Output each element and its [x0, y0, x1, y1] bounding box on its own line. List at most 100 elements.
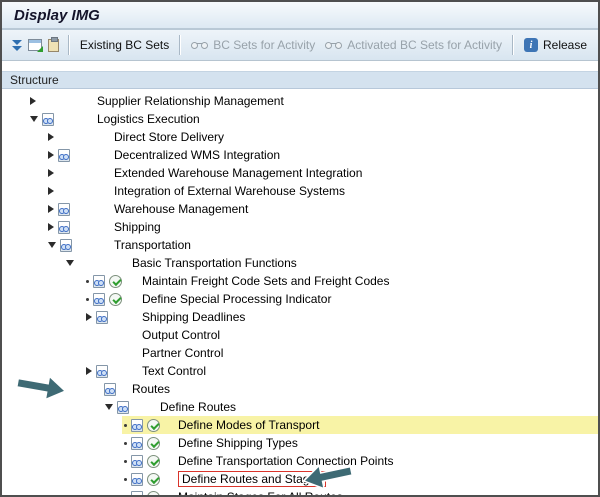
- expand-arrow-icon[interactable]: [48, 133, 54, 141]
- tree-node-label[interactable]: Shipping Deadlines: [142, 308, 245, 326]
- tree-node-label[interactable]: Define Routes and Stages: [178, 471, 326, 487]
- tree-node-glyphs: [48, 218, 70, 236]
- tree-node[interactable]: Partner Control: [2, 344, 598, 362]
- documentation-icon[interactable]: [42, 113, 54, 126]
- tree-node-label[interactable]: Decentralized WMS Integration: [114, 146, 280, 164]
- tree-node[interactable]: Shipping: [2, 218, 598, 236]
- tree-node-label[interactable]: Basic Transportation Functions: [132, 254, 297, 272]
- tree-node-label[interactable]: Define Routes: [160, 398, 236, 416]
- expand-arrow-icon[interactable]: [48, 151, 54, 159]
- documentation-icon[interactable]: [131, 473, 143, 486]
- bullet-icon: [86, 280, 89, 283]
- application-toolbar: Existing BC Sets BC Sets for Activity Ac…: [2, 30, 598, 61]
- documentation-icon[interactable]: [117, 401, 129, 414]
- documentation-icon[interactable]: [131, 455, 143, 468]
- tree-node-glyphs: [124, 416, 160, 434]
- tree-node-label[interactable]: Text Control: [142, 362, 206, 380]
- clipboard-icon[interactable]: [46, 35, 62, 55]
- collapse-arrow-icon[interactable]: [30, 116, 38, 122]
- tree-node[interactable]: Direct Store Delivery: [2, 128, 598, 146]
- tree-node-label[interactable]: Extended Warehouse Management Integratio…: [114, 164, 362, 182]
- expand-arrow-icon[interactable]: [86, 367, 92, 375]
- execute-activity-icon[interactable]: [109, 293, 122, 306]
- tree-node[interactable]: Define Shipping Types: [2, 434, 598, 452]
- release-button[interactable]: i Release: [519, 36, 592, 54]
- documentation-icon[interactable]: [96, 311, 108, 324]
- sap-display-img-window: Display IMG Existing BC Sets BC Sets for…: [0, 0, 600, 497]
- tree-node-label[interactable]: Partner Control: [142, 344, 223, 362]
- tree-node[interactable]: Text Control: [2, 362, 598, 380]
- tree-node[interactable]: Decentralized WMS Integration: [2, 146, 598, 164]
- tree-node[interactable]: Shipping Deadlines: [2, 308, 598, 326]
- execute-activity-icon[interactable]: [147, 419, 160, 432]
- double-chevron-icon[interactable]: [9, 35, 25, 55]
- tree-node[interactable]: Basic Transportation Functions: [2, 254, 598, 272]
- documentation-icon[interactable]: [58, 203, 70, 216]
- tree-node[interactable]: Warehouse Management: [2, 200, 598, 218]
- tree-node-label[interactable]: Maintain Freight Code Sets and Freight C…: [142, 272, 389, 290]
- execute-activity-icon[interactable]: [147, 455, 160, 468]
- table-settings-icon[interactable]: [27, 35, 43, 55]
- documentation-icon[interactable]: [58, 221, 70, 234]
- documentation-icon[interactable]: [104, 383, 116, 396]
- tree-node-label[interactable]: Supplier Relationship Management: [97, 92, 284, 110]
- existing-bc-sets-button[interactable]: Existing BC Sets: [75, 36, 174, 54]
- tree-node-label[interactable]: Define Transportation Connection Points: [178, 452, 393, 470]
- tree-node[interactable]: Extended Warehouse Management Integratio…: [2, 164, 598, 182]
- tree-node[interactable]: Define Special Processing Indicator: [2, 290, 598, 308]
- tree-node-glyphs: [86, 362, 108, 380]
- expand-arrow-icon[interactable]: [48, 223, 54, 231]
- tree-node-label[interactable]: Define Modes of Transport: [178, 416, 319, 434]
- tree-node-red-boxed[interactable]: Define Routes and Stages: [2, 470, 598, 488]
- documentation-icon[interactable]: [60, 239, 72, 252]
- tree-node-label[interactable]: Define Special Processing Indicator: [142, 290, 331, 308]
- execute-activity-icon[interactable]: [147, 473, 160, 486]
- documentation-icon[interactable]: [96, 365, 108, 378]
- documentation-icon[interactable]: [131, 419, 143, 432]
- documentation-icon[interactable]: [131, 437, 143, 450]
- execute-activity-icon[interactable]: [147, 437, 160, 450]
- documentation-icon[interactable]: [93, 293, 105, 306]
- tree-node-glyphs: [104, 380, 116, 398]
- tree-node[interactable]: Logistics Execution: [2, 110, 598, 128]
- tree-node[interactable]: Define Routes: [2, 398, 598, 416]
- tree-node-label[interactable]: Integration of External Warehouse System…: [114, 182, 345, 200]
- activated-bc-sets-button[interactable]: Activated BC Sets for Activity: [320, 36, 507, 54]
- bc-sets-for-activity-button[interactable]: BC Sets for Activity: [186, 36, 320, 54]
- tree-node[interactable]: Define Transportation Connection Points: [2, 452, 598, 470]
- documentation-icon[interactable]: [58, 149, 70, 162]
- tree-node-highlighted[interactable]: Define Modes of Transport: [2, 416, 598, 434]
- tree-node-glyphs: [124, 488, 160, 497]
- tree-node[interactable]: Maintain Freight Code Sets and Freight C…: [2, 272, 598, 290]
- tree-node-label[interactable]: Warehouse Management: [114, 200, 248, 218]
- tree-node-label[interactable]: Output Control: [142, 326, 220, 344]
- tree-node-glyphs: [124, 452, 160, 470]
- expand-arrow-icon[interactable]: [86, 313, 92, 321]
- expand-arrow-icon[interactable]: [48, 187, 54, 195]
- tree-node-label[interactable]: Logistics Execution: [97, 110, 200, 128]
- expand-arrow-icon[interactable]: [48, 169, 54, 177]
- tree-node-label[interactable]: Transportation: [114, 236, 191, 254]
- tree-node-label[interactable]: Define Shipping Types: [178, 434, 298, 452]
- execute-activity-icon[interactable]: [109, 275, 122, 288]
- tree-node-glyphs: [30, 92, 36, 110]
- tree-node[interactable]: Transportation: [2, 236, 598, 254]
- collapse-arrow-icon[interactable]: [48, 242, 56, 248]
- expand-arrow-icon[interactable]: [48, 205, 54, 213]
- expand-arrow-icon[interactable]: [30, 97, 36, 105]
- execute-activity-icon[interactable]: [147, 491, 160, 497]
- bullet-icon: [124, 460, 127, 463]
- tree-node[interactable]: Integration of External Warehouse System…: [2, 182, 598, 200]
- collapse-arrow-icon[interactable]: [66, 260, 74, 266]
- collapse-arrow-icon[interactable]: [105, 404, 113, 410]
- tree-node[interactable]: Maintain Stages For All Routes: [2, 488, 598, 497]
- tree-node-label[interactable]: Maintain Stages For All Routes: [178, 488, 343, 497]
- tree-node-routes[interactable]: Routes: [2, 380, 598, 398]
- documentation-icon[interactable]: [131, 491, 143, 497]
- tree-node-label[interactable]: Routes: [132, 380, 170, 398]
- tree-node-label[interactable]: Shipping: [114, 218, 161, 236]
- documentation-icon[interactable]: [93, 275, 105, 288]
- tree-node[interactable]: Supplier Relationship Management: [2, 92, 598, 110]
- tree-node[interactable]: Output Control: [2, 326, 598, 344]
- tree-node-label[interactable]: Direct Store Delivery: [114, 128, 224, 146]
